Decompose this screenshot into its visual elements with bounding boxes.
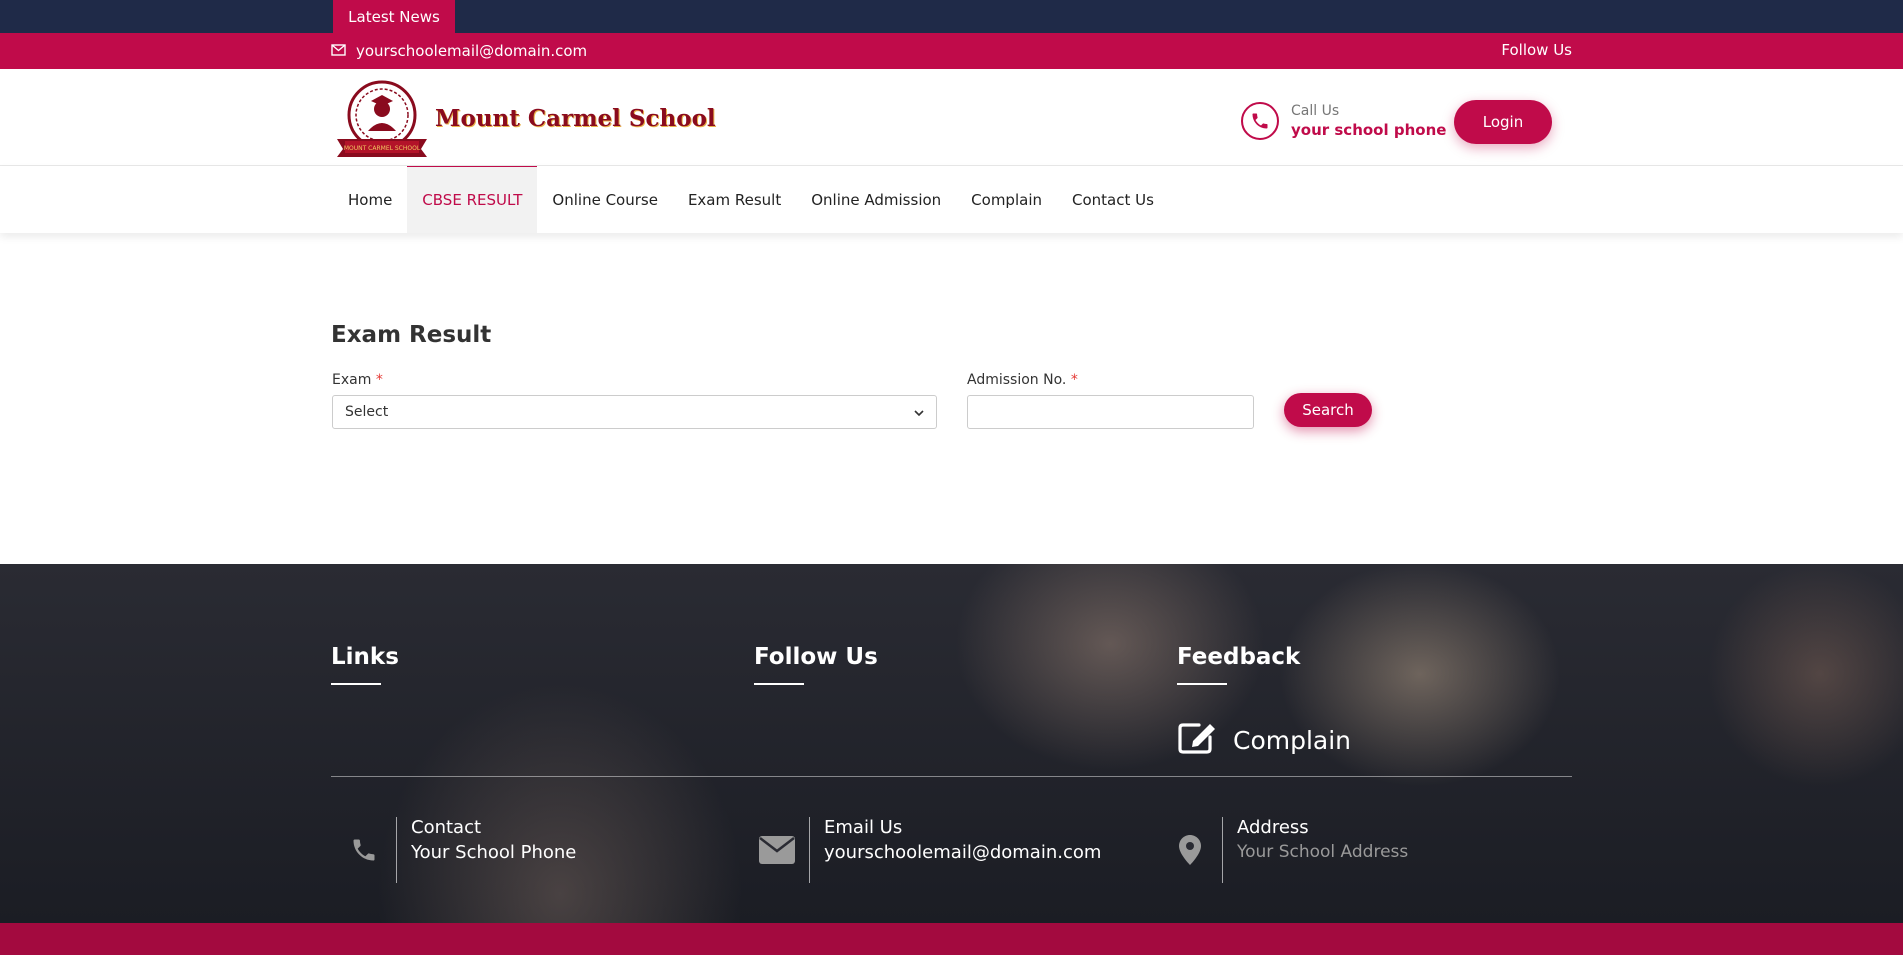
contact-strip: yourschoolemail@domain.com Follow Us (0, 33, 1903, 69)
chevron-down-icon (914, 404, 924, 420)
footer-contact-title: Contact (411, 817, 482, 838)
school-crest-icon: MOUNT CARMEL SCHOOL (337, 80, 427, 157)
footer-feedback-section: Feedback (1177, 644, 1300, 685)
site-footer: Links Follow Us Feedback Complain Contac… (0, 564, 1903, 923)
phone-icon (331, 817, 397, 883)
required-mark: * (1070, 372, 1078, 388)
footer-divider (331, 776, 1572, 777)
footer-complain-link[interactable]: Complain (1177, 719, 1351, 761)
login-button[interactable]: Login (1454, 100, 1552, 144)
footer-email-title: Email Us (824, 817, 903, 838)
edit-icon (1177, 719, 1219, 761)
footer-contact: Contact Your School Phone (331, 817, 576, 883)
footer-address-value: Your School Address (1237, 842, 1409, 862)
exam-select[interactable]: Select (332, 395, 937, 429)
nav-item-home[interactable]: Home (333, 166, 407, 233)
header-email[interactable]: yourschoolemail@domain.com (331, 33, 587, 69)
envelope-icon (744, 817, 810, 883)
page-title: Exam Result (331, 322, 492, 348)
admission-label: Admission No. * (967, 372, 1078, 388)
search-button[interactable]: Search (1284, 393, 1372, 427)
footer-address-title: Address (1237, 817, 1309, 838)
footer-complain-label: Complain (1233, 725, 1352, 755)
main-nav: Home CBSE RESULT Online Course Exam Resu… (0, 166, 1903, 233)
nav-item-exam-result[interactable]: Exam Result (673, 166, 796, 233)
nav-item-cbse-result[interactable]: CBSE RESULT (407, 166, 538, 233)
exam-label-text: Exam (332, 372, 372, 388)
footer-follow-title: Follow Us (754, 644, 878, 670)
footer-bottom-strip (0, 923, 1903, 955)
heading-underline (754, 683, 804, 685)
school-name: Mount Carmel School (435, 104, 716, 132)
school-logo[interactable]: MOUNT CARMEL SCHOOL Mount Carmel School (333, 79, 716, 157)
phone-icon (1241, 102, 1279, 140)
admission-no-input[interactable] (967, 395, 1254, 429)
nav-item-online-course[interactable]: Online Course (537, 166, 673, 233)
nav-item-complain[interactable]: Complain (956, 166, 1057, 233)
exam-label: Exam * (332, 372, 383, 388)
footer-email: Email Us yourschoolemail@domain.com (744, 817, 1101, 883)
nav-item-contact-us[interactable]: Contact Us (1057, 166, 1169, 233)
site-header: MOUNT CARMEL SCHOOL Mount Carmel School … (0, 69, 1903, 166)
exam-select-value: Select (345, 404, 389, 420)
call-us[interactable]: Call Us your school phone (1241, 102, 1446, 140)
follow-us-link[interactable]: Follow Us (1501, 33, 1572, 66)
nav-item-online-admission[interactable]: Online Admission (796, 166, 956, 233)
header-email-text: yourschoolemail@domain.com (356, 42, 588, 60)
footer-email-value[interactable]: yourschoolemail@domain.com (824, 842, 1101, 863)
admission-label-text: Admission No. (967, 372, 1067, 388)
latest-news-tab[interactable]: Latest News (333, 0, 455, 33)
news-bar: Latest News (0, 0, 1903, 33)
heading-underline (331, 683, 381, 685)
call-us-label: Call Us (1291, 103, 1340, 119)
footer-follow-section: Follow Us (754, 644, 878, 685)
heading-underline (1177, 683, 1227, 685)
footer-feedback-title: Feedback (1177, 644, 1301, 670)
map-pin-icon (1157, 817, 1223, 883)
envelope-icon (331, 42, 346, 60)
call-us-phone: your school phone (1291, 121, 1447, 139)
footer-contact-phone: Your School Phone (411, 842, 577, 863)
footer-links-title: Links (331, 644, 399, 670)
svg-text:MOUNT CARMEL SCHOOL: MOUNT CARMEL SCHOOL (344, 145, 421, 152)
required-mark: * (375, 372, 383, 388)
footer-links-section: Links (331, 644, 399, 685)
footer-address: Address Your School Address (1157, 817, 1408, 883)
